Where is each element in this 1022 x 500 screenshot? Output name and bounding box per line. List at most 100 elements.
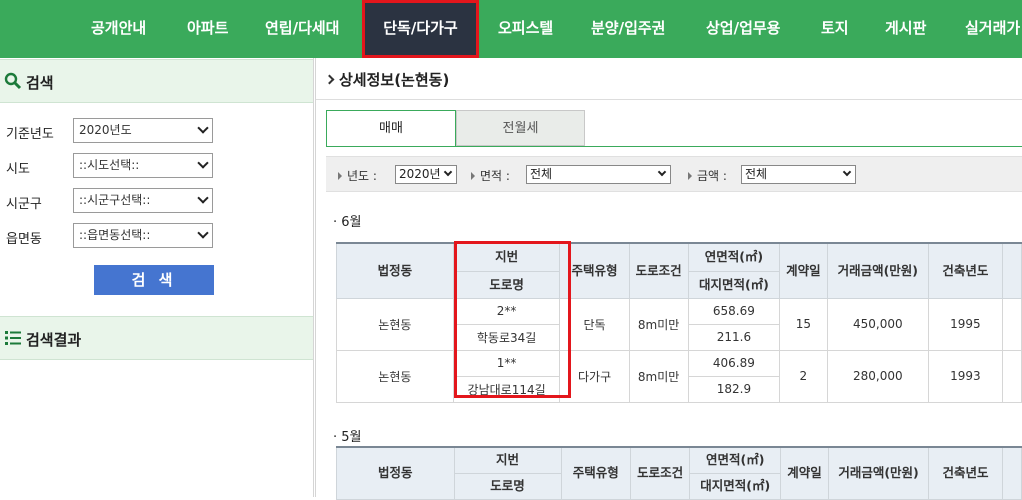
year-filter-select[interactable]: 2020년 — [395, 165, 457, 184]
header-contract: 계약일 — [780, 446, 829, 500]
year-filter-label: 년도 : — [338, 167, 377, 184]
nav-item-townhouse[interactable]: 연립/다세대 — [265, 0, 339, 58]
cell-dong: 논현동 — [336, 297, 454, 351]
cell-price: 450,000 — [826, 297, 930, 351]
sigungu-select-value: ::시군구선택:: — [79, 193, 151, 207]
sigungu-select[interactable]: ::시군구선택:: — [73, 188, 213, 213]
header-overflow — [1001, 242, 1022, 299]
cell-price: 280,000 — [826, 349, 930, 403]
header-price: 거래금액(만원) — [826, 242, 930, 299]
nav-item-commercial[interactable]: 상업/업무용 — [706, 0, 780, 58]
tab-rent[interactable]: 전월세 — [456, 110, 585, 146]
header-land-area: 대지면적(㎡) — [687, 270, 781, 299]
transaction-table: 법정동 지번 주택유형 도로조건 연면적(㎡) 계약일 거래금액(만원) 건축년… — [336, 446, 1022, 500]
header-overflow — [1001, 446, 1022, 500]
cell-floor-area: 406.89 — [687, 349, 781, 377]
tab-sale[interactable]: 매매 — [326, 110, 456, 146]
chevron-right-icon — [324, 74, 335, 85]
price-filter-select[interactable]: 전체 — [741, 165, 856, 184]
eupmyeondong-label: 읍면동 — [6, 232, 42, 247]
chevron-down-icon — [842, 167, 852, 177]
results-panel-title: 검색결과 — [26, 331, 82, 349]
cell-road-cond: 8m미만 — [628, 297, 689, 351]
chevron-down-icon — [443, 167, 453, 177]
chevron-down-icon — [197, 157, 209, 169]
results-panel-header: 검색결과 — [0, 316, 313, 360]
header-road-cond: 도로조건 — [628, 242, 689, 299]
table-row: 논현동 2** 단독 8m미만 658.69 15 450,000 1995 — [336, 297, 1022, 351]
year-label: 기준년도 — [6, 127, 54, 142]
area-filter-label-text: 면적 : — [480, 169, 510, 183]
chevron-down-icon — [197, 122, 209, 134]
divider — [316, 99, 1022, 100]
cell-overflow — [1001, 349, 1022, 403]
header-type: 주택유형 — [560, 446, 632, 500]
table-row: 논현동 1** 다가구 8m미만 406.89 2 280,000 1993 — [336, 349, 1022, 403]
sido-select-value: ::시도선택:: — [79, 158, 140, 172]
header-built: 건축년도 — [928, 446, 1003, 500]
tab-divider — [326, 146, 1022, 147]
search-panel-header: 검색 — [0, 59, 313, 103]
header-price: 거래금액(만원) — [827, 446, 930, 500]
cell-dong: 논현동 — [336, 349, 454, 403]
chevron-down-icon — [197, 192, 209, 204]
eupmyeondong-select-value: ::읍면동선택:: — [79, 228, 151, 242]
sido-label: 시도 — [6, 162, 30, 177]
year-filter-value: 2020년 — [399, 167, 441, 181]
detail-title: 상세정보(논현동) — [324, 69, 450, 90]
header-floor-area: 연면적(㎡) — [689, 446, 782, 474]
nav-item-real-price[interactable]: 실거래가 — [965, 0, 1020, 58]
list-icon — [5, 331, 21, 345]
header-dong: 법정동 — [336, 446, 455, 500]
nav-item-officetel[interactable]: 오피스텔 — [498, 0, 553, 58]
cell-floor-area: 658.69 — [687, 297, 781, 325]
header-built: 건축년도 — [928, 242, 1003, 299]
month-heading: · 5월 — [333, 430, 362, 445]
chevron-down-icon — [657, 167, 667, 177]
header-land-area: 대지면적(㎡) — [689, 472, 782, 500]
sigungu-label: 시군구 — [6, 197, 42, 212]
cell-land-area: 182.9 — [687, 375, 781, 403]
filter-bar: 년도 : 2020년 면적 : 전체 금액 : 전체 — [326, 156, 1022, 192]
price-filter-label: 금액 : — [688, 167, 727, 184]
nav-item-public-info[interactable]: 공개안내 — [91, 0, 146, 58]
month-heading-text: 6월 — [341, 215, 362, 230]
area-filter-label: 면적 : — [471, 167, 510, 184]
sido-select[interactable]: ::시도선택:: — [73, 153, 213, 178]
triangle-right-icon — [688, 172, 692, 180]
triangle-right-icon — [471, 172, 475, 180]
area-filter-value: 전체 — [530, 167, 553, 181]
sidebar: 검색 기준년도 2020년도 시도 ::시도선택:: 시군구 ::시군구선택::… — [0, 58, 314, 497]
year-filter-label-text: 년도 : — [347, 169, 377, 183]
nav-item-detached-house[interactable]: 단독/다가구 — [362, 0, 479, 58]
price-filter-label-text: 금액 : — [697, 169, 727, 183]
search-icon — [4, 72, 22, 90]
area-filter-select[interactable]: 전체 — [526, 165, 671, 184]
nav-item-apartment[interactable]: 아파트 — [187, 0, 228, 58]
cell-road-cond: 8m미만 — [628, 349, 689, 403]
cell-contract: 15 — [779, 297, 828, 351]
nav-item-board[interactable]: 게시판 — [885, 0, 926, 58]
header-dong: 법정동 — [336, 242, 454, 299]
search-button[interactable]: 검 색 — [94, 265, 214, 295]
nav-item-presale[interactable]: 분양/입주권 — [591, 0, 665, 58]
nav-item-land[interactable]: 토지 — [821, 0, 849, 58]
header-contract: 계약일 — [779, 242, 828, 299]
header-jibun: 지번 — [453, 446, 562, 474]
cell-built: 1993 — [928, 349, 1003, 403]
main-area: 상세정보(논현동) 매매 전월세 년도 : 2020년 면적 : 전체 금액 :… — [315, 58, 1022, 500]
transaction-table: 법정동 지번 주택유형 도로조건 연면적(㎡) 계약일 거래금액(만원) 건축년… — [336, 242, 1022, 403]
year-select[interactable]: 2020년도 — [73, 118, 213, 143]
chevron-down-icon — [197, 227, 209, 239]
top-navigation: 공개안내 아파트 연립/다세대 단독/다가구 오피스텔 분양/입주권 상업/업무… — [0, 0, 1022, 58]
eupmyeondong-select[interactable]: ::읍면동선택:: — [73, 223, 213, 248]
year-select-value: 2020년도 — [79, 123, 132, 137]
cell-land-area: 211.6 — [687, 323, 781, 351]
cell-built: 1995 — [928, 297, 1003, 351]
header-road: 도로명 — [453, 472, 562, 500]
search-panel-title: 검색 — [26, 74, 54, 92]
month-heading-text: 5월 — [341, 430, 362, 445]
triangle-right-icon — [338, 172, 342, 180]
detail-title-text: 상세정보(논현동) — [339, 71, 450, 89]
header-floor-area: 연면적(㎡) — [687, 242, 781, 272]
